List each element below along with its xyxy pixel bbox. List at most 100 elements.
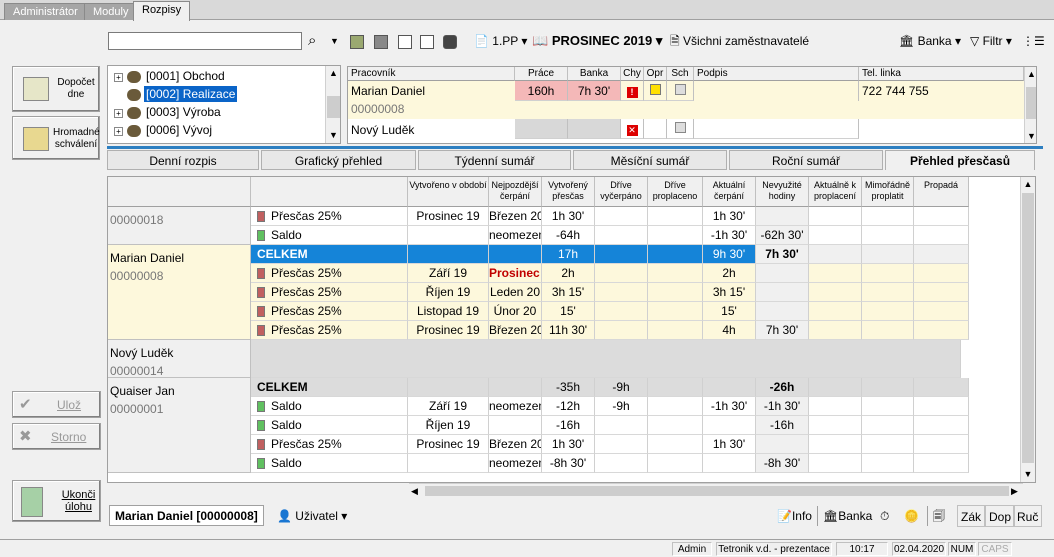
tab-prehled-prescasu[interactable]: Přehled přesčasů <box>885 150 1035 170</box>
grid-cell[interactable] <box>862 207 914 226</box>
tree-item[interactable]: + [0006] Vývoj <box>108 121 214 139</box>
col-header[interactable]: Práce <box>515 67 568 81</box>
tab-mesicni-sumar[interactable]: Měsíční sumář <box>573 150 727 170</box>
search-input[interactable] <box>108 32 302 50</box>
columns-icon[interactable]: ⋮☰ <box>1022 30 1045 52</box>
scroll-down-icon[interactable]: ▼ <box>1021 467 1035 481</box>
grid-cell[interactable] <box>914 226 969 245</box>
grid-cell[interactable] <box>809 302 862 321</box>
col-header[interactable]: Chy <box>621 67 644 81</box>
grid-cell[interactable] <box>914 435 969 454</box>
col-header[interactable]: Banka <box>568 67 621 81</box>
grid-cell[interactable] <box>862 397 914 416</box>
employee-label[interactable]: Quaiser Jan 00000001 <box>108 378 251 473</box>
approval-icon[interactable] <box>667 119 694 139</box>
grid-cell[interactable] <box>862 416 914 435</box>
employee-label[interactable]: Marian Daniel 00000008 <box>108 245 251 340</box>
scroll-up-icon[interactable]: ▲ <box>326 66 340 80</box>
grid-cell[interactable] <box>914 302 969 321</box>
grid-vscrollbar[interactable]: ▲ ▼ <box>1020 177 1035 482</box>
col-header[interactable]: Nejpozdější čerpání <box>489 177 542 207</box>
col-header[interactable]: Dříve vyčerpáno <box>595 177 648 207</box>
grid-cell[interactable] <box>809 264 862 283</box>
grid-cell[interactable] <box>914 264 969 283</box>
tab-administrator[interactable]: Administrátor <box>4 3 87 20</box>
employee-label[interactable]: Nový Luděk 00000014 <box>108 340 251 378</box>
tab-rocni-sumar[interactable]: Roční sumář <box>729 150 883 170</box>
ukonci-ulohu-button[interactable]: Ukonči úlohu <box>12 480 101 522</box>
approval-icon[interactable] <box>667 81 694 101</box>
scroll-right-icon[interactable]: ▶ <box>1011 484 1018 498</box>
col-header[interactable]: Vytvořený přesčas <box>542 177 595 207</box>
save-button[interactable]: ✔ Ulož <box>12 391 101 418</box>
scroll-down-icon[interactable]: ▼ <box>1025 129 1036 143</box>
pp-selector[interactable]: 📄 1.PP ▾ <box>474 30 527 52</box>
bank-button[interactable]: 🏛Banka <box>823 505 872 527</box>
grid-cell[interactable] <box>809 207 862 226</box>
document-2-icon[interactable] <box>420 30 434 52</box>
col-header[interactable]: Mimořádně proplatit <box>862 177 914 207</box>
col-header[interactable]: Aktuálně k proplacení <box>809 177 862 207</box>
grid-cell[interactable] <box>862 435 914 454</box>
grid-cell[interactable] <box>914 416 969 435</box>
grid-cell[interactable] <box>914 207 969 226</box>
col-header[interactable]: Sch <box>667 67 694 81</box>
scroll-thumb[interactable] <box>327 96 340 118</box>
search-dropdown-icon[interactable]: ▼ <box>330 30 339 52</box>
dopocet-dne-button[interactable]: Dopočet dne <box>12 66 100 112</box>
grid-cell[interactable] <box>862 226 914 245</box>
department-tree[interactable]: +[0001] Obchod +[0002] Realizace +[0003]… <box>107 65 341 144</box>
grid-cell[interactable] <box>809 283 862 302</box>
search-icon[interactable]: ⌕ <box>308 30 316 52</box>
employee-table-scrollbar[interactable]: ▲ ▼ <box>1024 67 1036 143</box>
col-header[interactable]: Aktuální čerpání <box>703 177 756 207</box>
storno-button[interactable]: ✖ Storno <box>12 423 101 450</box>
tree-item[interactable]: + [0001] Obchod <box>108 67 227 85</box>
employee-filter-icon[interactable] <box>350 30 364 52</box>
tab-tydenni-sumar[interactable]: Týdenní sumář <box>418 150 571 170</box>
employer-selector[interactable]: 🗎 Všichni zaměstnavatelé <box>670 30 809 52</box>
scroll-thumb[interactable] <box>425 486 1009 496</box>
grid-cell[interactable] <box>862 283 914 302</box>
col-header[interactable]: Propadá <box>914 177 969 207</box>
period-selector[interactable]: 📖 PROSINEC 2019 ▾ <box>532 30 662 52</box>
reject-icon[interactable]: ✕ <box>621 119 644 139</box>
scroll-down-icon[interactable]: ▼ <box>326 128 340 142</box>
col-header[interactable]: Vytvořeno v období <box>408 177 489 207</box>
tab-rozpisy[interactable]: Rozpisy <box>133 1 191 21</box>
error-icon[interactable]: ! <box>621 81 644 101</box>
hromadne-schvaleni-button[interactable]: Hromadné schválení <box>12 116 100 160</box>
dop-button[interactable]: Dop <box>985 505 1016 527</box>
col-header[interactable]: Tel. linka <box>859 67 1024 81</box>
grid-hscrollbar[interactable]: ◀ ▶ <box>409 483 1023 498</box>
col-header[interactable]: Nevyužité hodiny <box>756 177 809 207</box>
filter-menu[interactable]: ▽ Filtr ▾ <box>970 30 1012 52</box>
coins-icon[interactable]: 🪙 <box>904 505 919 527</box>
grid-cell[interactable] <box>914 454 969 473</box>
tab-moduly[interactable]: Moduly <box>84 3 138 20</box>
grid-cell[interactable] <box>862 321 914 340</box>
grid-cell[interactable] <box>914 321 969 340</box>
grid-cell[interactable] <box>809 226 862 245</box>
col-header-type[interactable] <box>251 177 408 207</box>
clock-icon[interactable]: ⏱ <box>880 505 889 527</box>
grid-cell[interactable] <box>862 264 914 283</box>
employee-label[interactable]: 00000018 <box>108 207 251 245</box>
user-menu[interactable]: 👤 Uživatel ▾ <box>277 505 347 527</box>
col-header[interactable]: Dříve proplaceno <box>648 177 703 207</box>
grid-cell[interactable] <box>914 397 969 416</box>
col-header-employee[interactable] <box>108 177 251 207</box>
col-header[interactable]: Pracovník <box>348 67 515 81</box>
tab-graficky-prehled[interactable]: Grafický přehled <box>261 150 416 170</box>
ruc-button[interactable]: Ruč <box>1013 505 1043 527</box>
grid-cell[interactable] <box>809 435 862 454</box>
employee-detail-icon[interactable] <box>374 30 388 52</box>
camera-icon[interactable] <box>443 30 457 52</box>
scroll-up-icon[interactable]: ▲ <box>1025 67 1036 81</box>
col-header[interactable]: Opr <box>644 67 667 81</box>
document-icon[interactable] <box>398 30 412 52</box>
tab-denni-rozpis[interactable]: Denní rozpis <box>107 150 259 170</box>
correction-icon[interactable] <box>644 81 667 101</box>
scroll-thumb[interactable] <box>1022 193 1034 463</box>
scroll-left-icon[interactable]: ◀ <box>411 484 418 498</box>
